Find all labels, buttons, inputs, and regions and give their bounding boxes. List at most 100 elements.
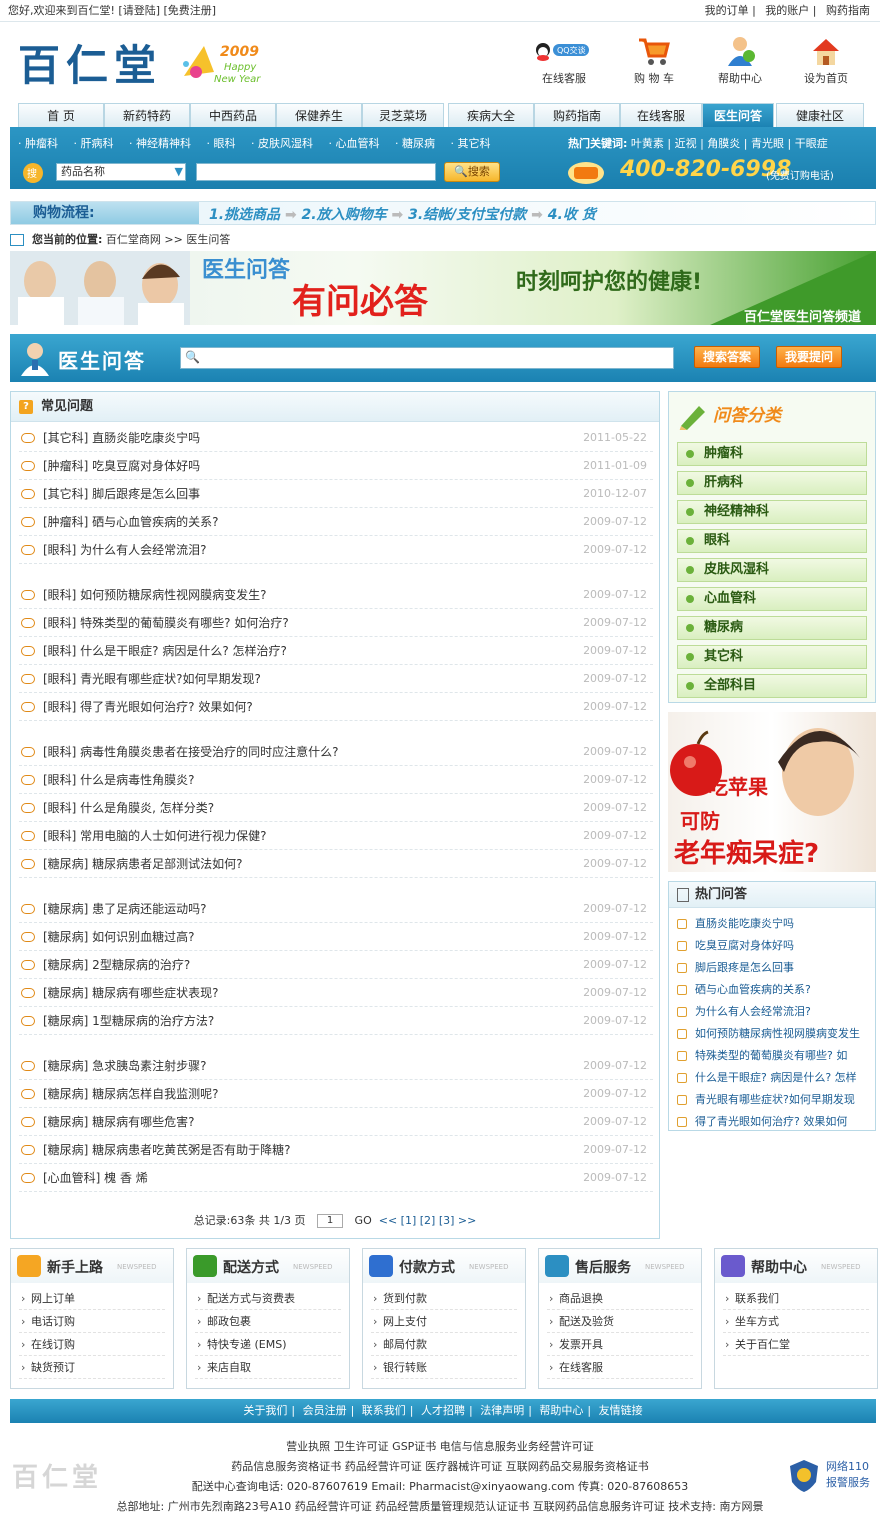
hot-question-link[interactable]: 青光眼有哪些症状?如何早期发现 [677, 1089, 873, 1111]
hot-keyword[interactable]: 干眼症 [795, 137, 828, 150]
footer-licenses-1[interactable]: 营业执照 卫生许可证 GSP证书 电信与信息服务业务经营许可证 [0, 1438, 880, 1454]
faq-question[interactable]: [糖尿病] 糖尿病有哪些症状表现? [43, 979, 219, 1007]
shopping-cart-button[interactable]: 购 物 车 [620, 32, 688, 92]
footer-link[interactable]: 法律声明 [480, 1404, 524, 1417]
footer-link[interactable]: 友情链接 [599, 1404, 643, 1417]
sub-link[interactable]: · 心血管科 [329, 137, 386, 150]
sub-link[interactable]: · 眼科 [207, 137, 242, 150]
service-link[interactable]: 缺货预订 [19, 1356, 165, 1379]
service-link[interactable]: 在线订购 [19, 1333, 165, 1356]
nav-tab-doctor-qa[interactable]: 医生问答 [702, 103, 774, 127]
footer-link[interactable]: 会员注册 [303, 1404, 347, 1417]
faq-row[interactable]: [糖尿病] 糖尿病有哪些危害? 2009-07-12 [19, 1108, 653, 1136]
faq-row[interactable]: [眼科] 青光眼有哪些症状?如何早期发现? 2009-07-12 [19, 665, 653, 693]
faq-row[interactable]: [糖尿病] 糖尿病患者吃黄芪粥是否有助于降糖? 2009-07-12 [19, 1136, 653, 1164]
service-link[interactable]: 网上支付 [371, 1310, 517, 1333]
faq-question[interactable]: [眼科] 病毒性角膜炎患者在接受治疗的同时应注意什么? [43, 738, 339, 766]
category-item[interactable]: 神经精神科 [677, 500, 867, 524]
faq-question[interactable]: [肿瘤科] 吃臭豆腐对身体好吗 [43, 452, 200, 480]
category-item[interactable]: 肝病科 [677, 471, 867, 495]
faq-question[interactable]: [糖尿病] 急求胰岛素注射步骤? [43, 1052, 207, 1080]
faq-row[interactable]: [眼科] 如何预防糖尿病性视网膜病变发生? 2009-07-12 [19, 581, 653, 609]
faq-question[interactable]: [糖尿病] 2型糖尿病的治疗? [43, 951, 190, 979]
faq-question[interactable]: [眼科] 青光眼有哪些症状?如何早期发现? [43, 665, 261, 693]
sub-link[interactable]: · 皮肤风湿科 [251, 137, 319, 150]
nav-tab-service[interactable]: 在线客服 [620, 103, 702, 127]
service-link[interactable]: 银行转账 [371, 1356, 517, 1379]
my-account-link[interactable]: 我的账户 [765, 4, 809, 17]
faq-question[interactable]: [眼科] 特殊类型的葡萄膜炎有哪些? 如何治疗? [43, 609, 289, 637]
search-category-select[interactable]: 药品名称 ▼ [56, 163, 186, 181]
faq-row[interactable]: [糖尿病] 糖尿病患者足部测试法如何? 2009-07-12 [19, 850, 653, 878]
purchase-guide-link[interactable]: 购药指南 [826, 4, 870, 17]
online-service-button[interactable]: QQ交谈 在线客服 [530, 32, 598, 92]
service-link[interactable]: 联系我们 [723, 1287, 869, 1310]
category-item[interactable]: 肿瘤科 [677, 442, 867, 466]
my-orders-link[interactable]: 我的订单 [705, 4, 749, 17]
service-link[interactable]: 货到付款 [371, 1287, 517, 1310]
nav-tab-new-drugs[interactable]: 新药特药 [104, 103, 190, 127]
faq-row[interactable]: [眼科] 特殊类型的葡萄膜炎有哪些? 如何治疗? 2009-07-12 [19, 609, 653, 637]
faq-row[interactable]: [糖尿病] 2型糖尿病的治疗? 2009-07-12 [19, 951, 653, 979]
hot-question-link[interactable]: 特殊类型的葡萄膜炎有哪些? 如 [677, 1045, 873, 1067]
service-link[interactable]: 坐车方式 [723, 1310, 869, 1333]
faq-row[interactable]: [糖尿病] 急求胰岛素注射步骤? 2009-07-12 [19, 1052, 653, 1080]
faq-row[interactable]: [眼科] 为什么有人会经常流泪? 2009-07-12 [19, 536, 653, 564]
faq-question[interactable]: [眼科] 什么是干眼症? 病因是什么? 怎样治疗? [43, 637, 287, 665]
hot-keyword[interactable]: 近视 [675, 137, 697, 150]
service-link[interactable]: 邮政包裹 [195, 1310, 341, 1333]
nav-tab-diseases[interactable]: 疾病大全 [448, 103, 534, 127]
faq-question[interactable]: [眼科] 什么是病毒性角膜炎? [43, 766, 195, 794]
police-110-badge[interactable]: 网络110 报警服务 [788, 1456, 876, 1496]
faq-row[interactable]: [眼科] 什么是病毒性角膜炎? 2009-07-12 [19, 766, 653, 794]
faq-question[interactable]: [眼科] 为什么有人会经常流泪? [43, 536, 207, 564]
faq-question[interactable]: [糖尿病] 糖尿病患者吃黄芪粥是否有助于降糖? [43, 1136, 291, 1164]
footer-link[interactable]: 关于我们 [243, 1404, 287, 1417]
service-link[interactable]: 来店自取 [195, 1356, 341, 1379]
ask-question-button[interactable]: 我要提问 [776, 346, 843, 368]
hot-keyword[interactable]: 角膜炎 [707, 137, 740, 150]
service-link[interactable]: 电话订购 [19, 1310, 165, 1333]
page-links[interactable]: << [1] [2] [3] >> [379, 1214, 477, 1227]
service-link[interactable]: 网上订单 [19, 1287, 165, 1310]
hot-question-link[interactable]: 直肠炎能吃康炎宁吗 [677, 913, 873, 935]
faq-row[interactable]: [其它科] 直肠炎能吃康炎宁吗 2011-05-22 [19, 424, 653, 452]
faq-question[interactable]: [眼科] 得了青光眼如何治疗? 效果如何? [43, 693, 253, 721]
faq-question[interactable]: [糖尿病] 糖尿病怎样自我监测呢? [43, 1080, 219, 1108]
breadcrumb-home[interactable]: 百仁堂商网 [106, 233, 161, 246]
search-answers-button[interactable]: 搜索答案 [694, 346, 761, 368]
faq-row[interactable]: [肿瘤科] 硒与心血管疾病的关系? 2009-07-12 [19, 508, 653, 536]
faq-row[interactable]: [眼科] 什么是干眼症? 病因是什么? 怎样治疗? 2009-07-12 [19, 637, 653, 665]
faq-question[interactable]: [糖尿病] 1型糖尿病的治疗方法? [43, 1007, 214, 1035]
hot-question-link[interactable]: 如何预防糖尿病性视网膜病变发生 [677, 1023, 873, 1045]
category-item[interactable]: 心血管科 [677, 587, 867, 611]
nav-tab-guide[interactable]: 购药指南 [534, 103, 620, 127]
hot-question-link[interactable]: 脚后跟疼是怎么回事 [677, 957, 873, 979]
hot-question-link[interactable]: 硒与心血管疾病的关系? [677, 979, 873, 1001]
faq-question[interactable]: [糖尿病] 糖尿病患者足部测试法如何? [43, 850, 243, 878]
service-link[interactable]: 配送及验货 [547, 1310, 693, 1333]
faq-question[interactable]: [其它科] 直肠炎能吃康炎宁吗 [43, 424, 200, 452]
apple-ad[interactable]: 吃苹果 可防 老年痴呆症? [668, 712, 876, 872]
footer-link[interactable]: 人才招聘 [421, 1404, 465, 1417]
service-link[interactable]: 关于百仁堂 [723, 1333, 869, 1356]
faq-question[interactable]: [其它科] 脚后跟疼是怎么回事 [43, 480, 200, 508]
nav-tab-home[interactable]: 首 页 [18, 103, 104, 127]
go-button[interactable]: GO [355, 1214, 372, 1227]
faq-row[interactable]: [糖尿病] 糖尿病有哪些症状表现? 2009-07-12 [19, 979, 653, 1007]
faq-row[interactable]: [其它科] 脚后跟疼是怎么回事 2010-12-07 [19, 480, 653, 508]
service-link[interactable]: 邮局付款 [371, 1333, 517, 1356]
service-link[interactable]: 商品退换 [547, 1287, 693, 1310]
qa-search-input[interactable]: 🔍 [180, 347, 674, 369]
faq-question[interactable]: [眼科] 如何预防糖尿病性视网膜病变发生? [43, 581, 267, 609]
sub-link[interactable]: · 神经精神科 [129, 137, 197, 150]
category-item[interactable]: 皮肤风湿科 [677, 558, 867, 582]
help-center-button[interactable]: 帮助中心 [706, 32, 774, 92]
category-item[interactable]: 眼科 [677, 529, 867, 553]
sub-link[interactable]: · 糖尿病 [395, 137, 441, 150]
faq-question[interactable]: [心血管科] 槐 香 烯 [43, 1164, 148, 1192]
site-logo[interactable]: 百仁堂 2009 Happy New Year [14, 30, 284, 94]
search-input[interactable] [196, 163, 436, 181]
category-item[interactable]: 全部科目 [677, 674, 867, 698]
sub-link[interactable]: · 肿瘤科 [18, 137, 64, 150]
